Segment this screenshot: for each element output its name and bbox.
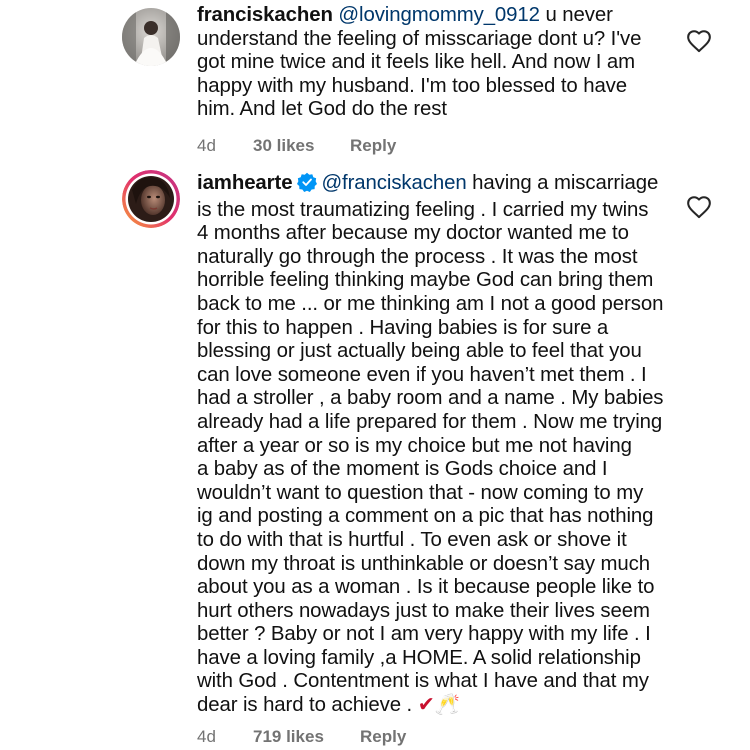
avatar-image (122, 8, 180, 66)
comment-body-line: him. And let God do the rest (197, 98, 447, 121)
comment-body-line: wouldn’t want to question that - now com… (197, 481, 644, 504)
comment-body-line: got mine twice and it feels like hell. A… (197, 51, 636, 74)
check-wine-emoji: ✔🥂 (417, 694, 460, 717)
comment-mention[interactable]: @lovingmommy_0912 (338, 4, 540, 26)
comment-timestamp: 4d (197, 136, 216, 155)
comment-username[interactable]: iamhearte (197, 172, 293, 194)
verified-badge-icon (297, 172, 318, 199)
comment-body-line: have a loving family ,a HOME. A solid re… (197, 646, 641, 669)
comment-username[interactable]: franciskachen (197, 4, 333, 26)
avatar-image (122, 170, 180, 228)
comment-body-line: happy with my husband. I'm too blessed t… (197, 74, 628, 97)
comment-body-line: back to me ... or me thinking am I not a… (197, 292, 664, 315)
comment-body-line: down my throat is unthinkable or doesn’t… (197, 552, 650, 575)
comment-body-line: hurt others nowadays just to make their … (197, 599, 650, 622)
heart-outline-icon[interactable] (686, 29, 712, 53)
comment-body-line: understand the feeling of misscariage do… (197, 27, 642, 50)
likes-count[interactable]: 719 likes (253, 727, 324, 747)
comment-body-line: better ? Baby or not I am very happy wit… (197, 623, 651, 646)
comment-body-line: 4 months after because my doctor wanted … (197, 222, 629, 245)
comment-body-line: dear is hard to achieve . (197, 694, 418, 717)
comment-body-line: already had a life prepared for them . N… (197, 410, 663, 433)
reply-button[interactable]: Reply (350, 136, 396, 156)
comment-body-line: can love someone even if you haven’t met… (197, 363, 647, 386)
comment-body-line: for this to happen . Having babies is fo… (197, 316, 609, 339)
comment-mention[interactable]: @franciskachen (321, 172, 466, 194)
comment-body-line: having a miscarriage (466, 172, 659, 194)
comment-text: franciskachen @lovingmommy_0912 u never … (197, 4, 667, 122)
reply-button[interactable]: Reply (360, 727, 406, 747)
comment-body-line: to do with that is hurtful . To even ask… (197, 528, 627, 551)
comment-body-line: horrible feeling thinking maybe God can … (197, 269, 654, 292)
heart-outline-icon[interactable] (686, 195, 712, 219)
comment-body-line: a baby as of the moment is Gods choice a… (197, 458, 608, 481)
comment-body-line: is the most traumatizing feeling . I car… (197, 198, 649, 221)
avatar[interactable] (122, 170, 180, 228)
comment-body-line: u never (539, 4, 613, 26)
comment-body-line: had a stroller , a baby room and a name … (197, 387, 664, 410)
comment-body-line: ig and posting a comment on a pic that h… (197, 505, 654, 528)
comment-body-line: after a year or so is my choice but me n… (197, 434, 632, 457)
comment-body-line: blessing or just actually being able to … (197, 340, 642, 363)
comment-timestamp: 4d (197, 727, 216, 746)
comment-body-line: naturally go through the process . It wa… (197, 245, 638, 268)
avatar[interactable] (122, 8, 180, 66)
comment-body-line: about you as a woman . Is it because peo… (197, 576, 655, 599)
likes-count[interactable]: 30 likes (253, 136, 314, 156)
comment-text: iamhearte @franciskachen having a miscarr… (197, 172, 667, 718)
comment-body-line: with God . Contentment is what I have an… (197, 670, 649, 693)
